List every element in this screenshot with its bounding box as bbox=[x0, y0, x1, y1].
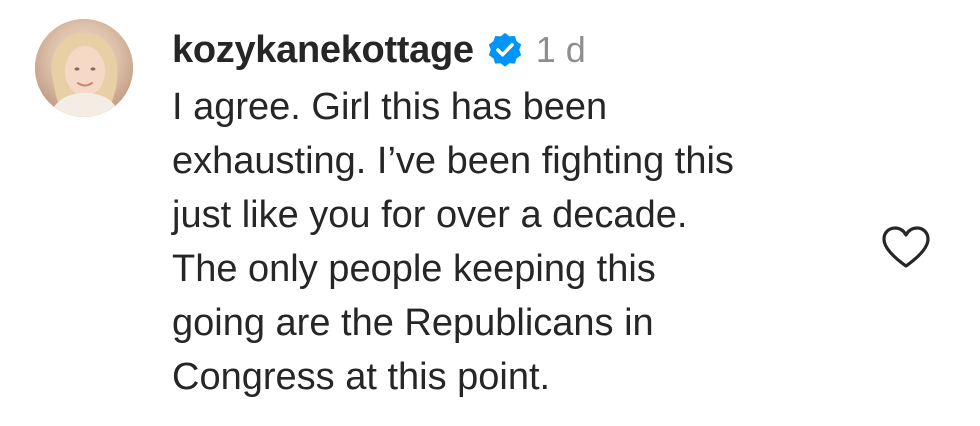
comment-text: I agree. Girl this has been exhausting. … bbox=[172, 86, 734, 398]
like-button[interactable] bbox=[880, 224, 932, 270]
profile-photo bbox=[35, 19, 133, 117]
heart-outline-icon bbox=[882, 226, 930, 268]
username[interactable]: kozykanekottage bbox=[172, 29, 474, 72]
comment: kozykanekottage 1 d I agree. Girl this h… bbox=[0, 0, 980, 426]
comment-header: kozykanekottage 1 d bbox=[172, 24, 586, 76]
avatar[interactable] bbox=[35, 19, 133, 117]
verified-badge-icon bbox=[486, 31, 524, 69]
comment-timestamp[interactable]: 1 d bbox=[536, 29, 586, 71]
